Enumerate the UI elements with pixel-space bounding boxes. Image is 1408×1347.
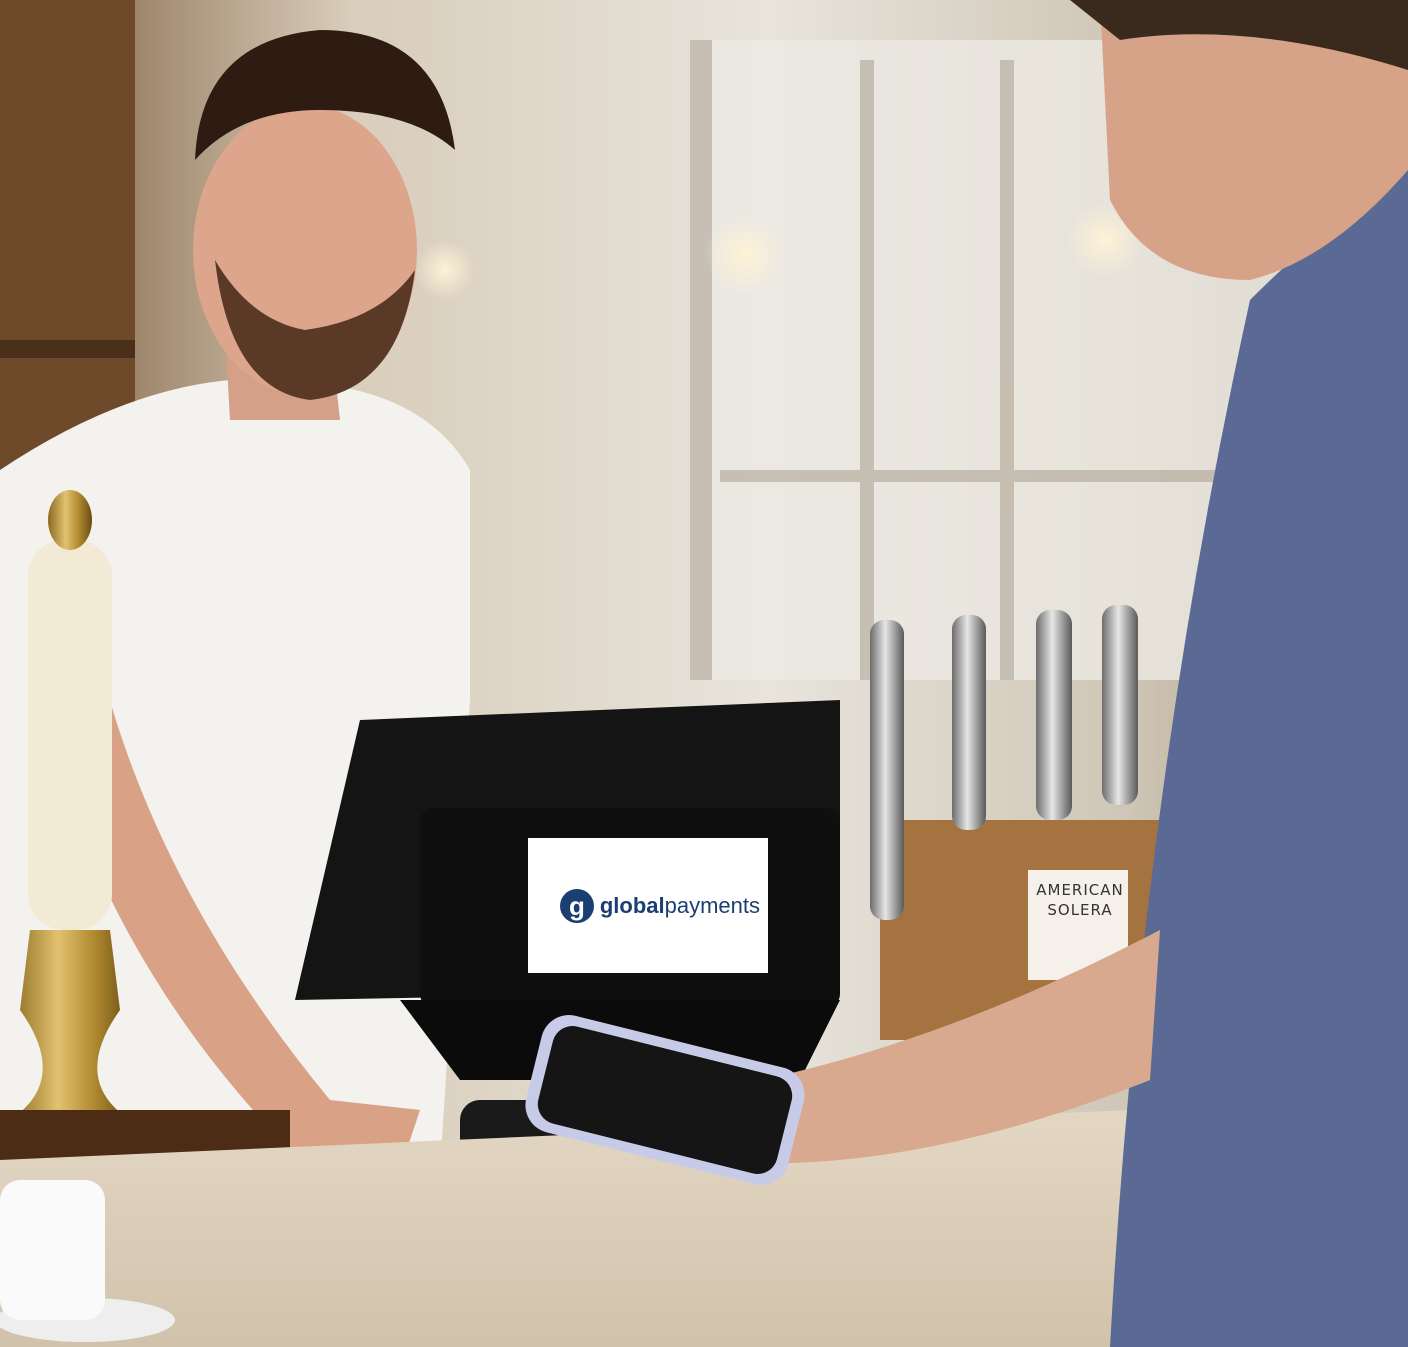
photo-scene: [0, 0, 1408, 1347]
pendant-light: [705, 215, 785, 295]
pos-screen: [528, 838, 768, 973]
wooden-shelf-left: [0, 0, 135, 470]
pendant-light: [415, 240, 475, 300]
shelf-board: [0, 340, 135, 358]
